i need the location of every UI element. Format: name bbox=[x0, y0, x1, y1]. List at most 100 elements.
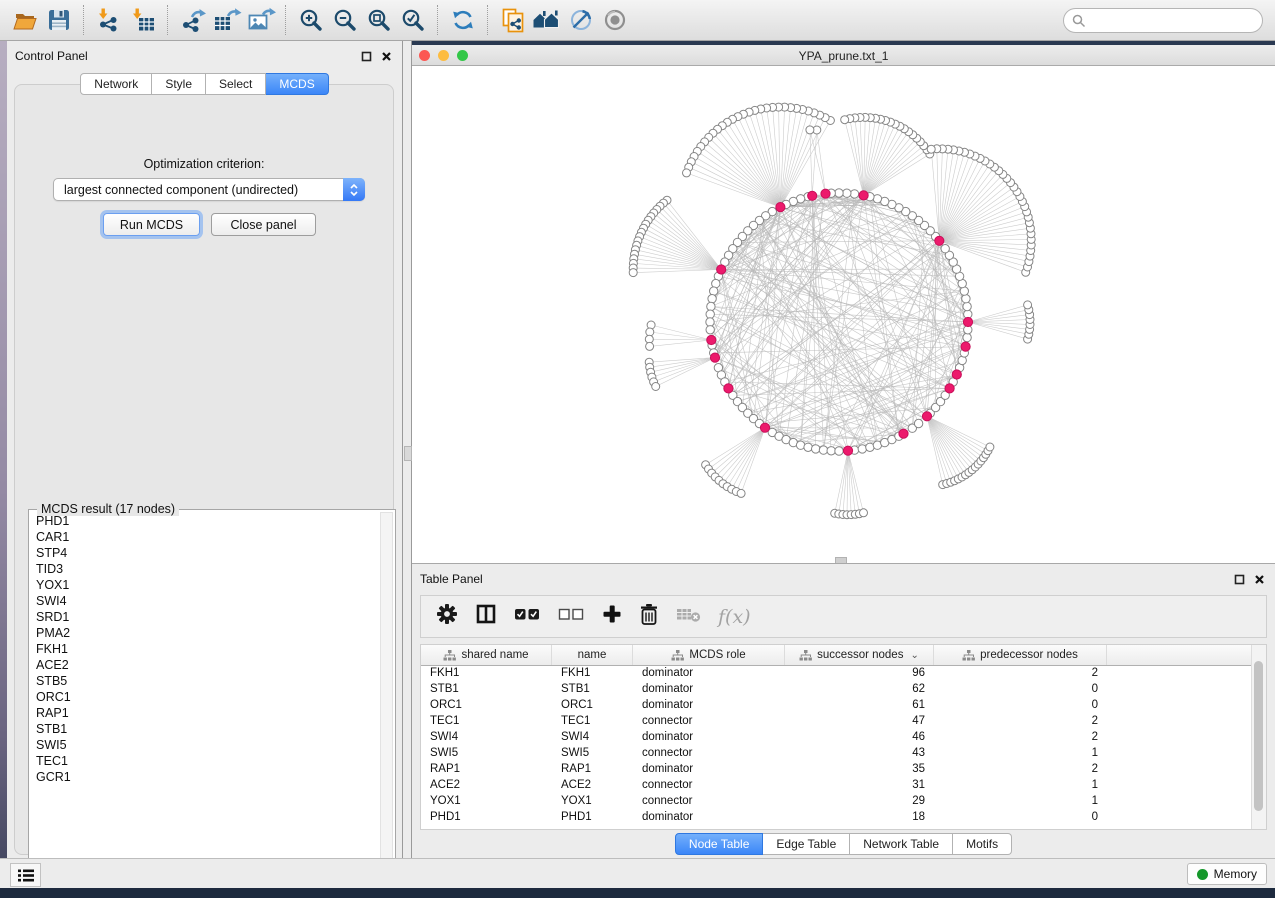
cell-MCDS-role: dominator bbox=[633, 763, 785, 775]
zoom-fit-button[interactable] bbox=[362, 4, 396, 36]
memory-label: Memory bbox=[1214, 867, 1257, 881]
table-row[interactable]: SWI4SWI4dominator462 bbox=[421, 729, 1252, 745]
mcds-result-item[interactable]: ORC1 bbox=[31, 689, 379, 705]
table-row[interactable]: ACE2ACE2connector311 bbox=[421, 777, 1252, 793]
column-header-predecessor-nodes[interactable]: predecessor nodes bbox=[934, 645, 1107, 665]
show-columns-button[interactable] bbox=[475, 603, 497, 630]
mcds-result-item[interactable]: GCR1 bbox=[31, 769, 379, 785]
open-session-button[interactable] bbox=[8, 4, 42, 36]
table-tabs: Node TableEdge TableNetwork TableMotifs bbox=[412, 833, 1275, 855]
table-row[interactable]: FKH1FKH1dominator962 bbox=[421, 665, 1252, 681]
close-panel-button[interactable]: Close panel bbox=[211, 213, 316, 236]
mcds-result-item[interactable]: TID3 bbox=[31, 561, 379, 577]
mcds-result-item[interactable]: ACE2 bbox=[31, 657, 379, 673]
select-all-button[interactable] bbox=[514, 607, 541, 627]
tab-network-table[interactable]: Network Table bbox=[850, 833, 953, 855]
tab-motifs[interactable]: Motifs bbox=[953, 833, 1012, 855]
delete-column-button[interactable] bbox=[639, 603, 659, 631]
export-network-button[interactable] bbox=[176, 4, 210, 36]
splitter-handle[interactable] bbox=[404, 446, 412, 461]
show-eye-button[interactable] bbox=[598, 4, 632, 36]
cell-MCDS-role: connector bbox=[633, 715, 785, 727]
table-header: shared name name MCDS rolesuccessor nodes⌄… bbox=[421, 645, 1252, 666]
import-table-icon bbox=[129, 7, 157, 33]
deselect-all-button[interactable] bbox=[558, 607, 585, 627]
mcds-result-item[interactable]: RAP1 bbox=[31, 705, 379, 721]
tab-node-table[interactable]: Node Table bbox=[675, 833, 764, 855]
column-header-MCDS-role[interactable]: MCDS role bbox=[633, 645, 785, 665]
run-mcds-button[interactable]: Run MCDS bbox=[103, 213, 200, 236]
tab-style[interactable]: Style bbox=[152, 73, 206, 95]
mcds-result-item[interactable]: YOX1 bbox=[31, 577, 379, 593]
network-graph[interactable] bbox=[412, 66, 1275, 563]
save-session-button[interactable] bbox=[42, 4, 76, 36]
table-row[interactable]: RAP1RAP1dominator352 bbox=[421, 761, 1252, 777]
task-history-button[interactable] bbox=[10, 863, 41, 887]
table-row[interactable]: YOX1YOX1connector291 bbox=[421, 793, 1252, 809]
tab-network[interactable]: Network bbox=[80, 73, 152, 95]
zoom-out-button[interactable] bbox=[328, 4, 362, 36]
column-label: name bbox=[578, 649, 607, 661]
cell-name: ORC1 bbox=[552, 699, 633, 711]
table-settings-button[interactable] bbox=[436, 603, 458, 630]
refresh-layout-button[interactable] bbox=[446, 4, 480, 36]
column-label: shared name bbox=[461, 649, 528, 661]
export-table-button[interactable] bbox=[210, 4, 244, 36]
cell-name: FKH1 bbox=[552, 667, 633, 679]
column-namespace-icon bbox=[962, 650, 975, 661]
table-row[interactable]: PHD1PHD1dominator180 bbox=[421, 809, 1252, 825]
import-network-button[interactable] bbox=[92, 4, 126, 36]
tab-mcds[interactable]: MCDS bbox=[266, 73, 328, 95]
mcds-list-scrollbar[interactable] bbox=[380, 512, 393, 880]
mcds-result-item[interactable]: SWI5 bbox=[31, 737, 379, 753]
float-panel-icon[interactable] bbox=[1234, 572, 1245, 590]
scrollbar-thumb[interactable] bbox=[1254, 661, 1263, 811]
mcds-result-item[interactable]: SRD1 bbox=[31, 609, 379, 625]
close-panel-icon[interactable] bbox=[1254, 572, 1265, 590]
import-table-button[interactable] bbox=[126, 4, 160, 36]
mcds-result-groupbox: MCDS result (17 nodes) PHD1CAR1STP4TID3Y… bbox=[28, 509, 396, 883]
mcds-result-item[interactable]: SWI4 bbox=[31, 593, 379, 609]
checked-boxes-icon bbox=[514, 607, 541, 622]
table-row[interactable]: SWI5SWI5connector431 bbox=[421, 745, 1252, 761]
table-row[interactable]: STB1STB1dominator620 bbox=[421, 681, 1252, 697]
mcds-result-item[interactable]: TEC1 bbox=[31, 753, 379, 769]
zoom-selected-button[interactable] bbox=[396, 4, 430, 36]
cell-successor-nodes: 62 bbox=[785, 683, 934, 695]
network-file-icon bbox=[500, 7, 527, 34]
table-scrollbar[interactable] bbox=[1251, 645, 1266, 829]
mcds-result-item[interactable]: CAR1 bbox=[31, 529, 379, 545]
column-header-shared-name[interactable]: shared name bbox=[421, 645, 552, 665]
hide-toggle-button[interactable] bbox=[564, 4, 598, 36]
vertical-splitter[interactable] bbox=[403, 41, 412, 858]
network-titlebar[interactable]: YPA_prune.txt_1 bbox=[412, 45, 1275, 66]
mcds-result-item[interactable]: FKH1 bbox=[31, 641, 379, 657]
network-from-file-button[interactable] bbox=[496, 4, 530, 36]
search-input[interactable] bbox=[1063, 8, 1263, 33]
zoom-in-button[interactable] bbox=[294, 4, 328, 36]
memory-button[interactable]: Memory bbox=[1187, 863, 1267, 885]
tab-select[interactable]: Select bbox=[206, 73, 266, 95]
mcds-result-item[interactable]: PMA2 bbox=[31, 625, 379, 641]
houses-button[interactable] bbox=[530, 4, 564, 36]
float-panel-icon[interactable] bbox=[361, 49, 372, 67]
mcds-result-item[interactable]: STB5 bbox=[31, 673, 379, 689]
table-row[interactable]: TEC1TEC1connector472 bbox=[421, 713, 1252, 729]
export-table-icon bbox=[212, 7, 242, 33]
cell-shared-name: YOX1 bbox=[421, 795, 552, 807]
tab-edge-table[interactable]: Edge Table bbox=[763, 833, 850, 855]
table-row[interactable]: ORC1ORC1dominator610 bbox=[421, 697, 1252, 713]
add-column-button[interactable] bbox=[602, 604, 622, 629]
cell-MCDS-role: dominator bbox=[633, 683, 785, 695]
close-panel-icon[interactable] bbox=[381, 49, 392, 67]
mcds-result-item[interactable]: STP4 bbox=[31, 545, 379, 561]
mcds-result-item[interactable]: STB1 bbox=[31, 721, 379, 737]
column-header-successor-nodes[interactable]: successor nodes⌄ bbox=[785, 645, 934, 665]
column-namespace-icon bbox=[443, 650, 456, 661]
network-canvas[interactable] bbox=[412, 66, 1275, 563]
mcds-result-item[interactable]: PHD1 bbox=[31, 513, 379, 529]
gear-icon bbox=[436, 603, 458, 625]
criterion-dropdown[interactable]: largest connected component (undirected) bbox=[53, 178, 365, 201]
column-header-name[interactable]: name bbox=[552, 645, 633, 665]
export-image-button[interactable] bbox=[244, 4, 278, 36]
